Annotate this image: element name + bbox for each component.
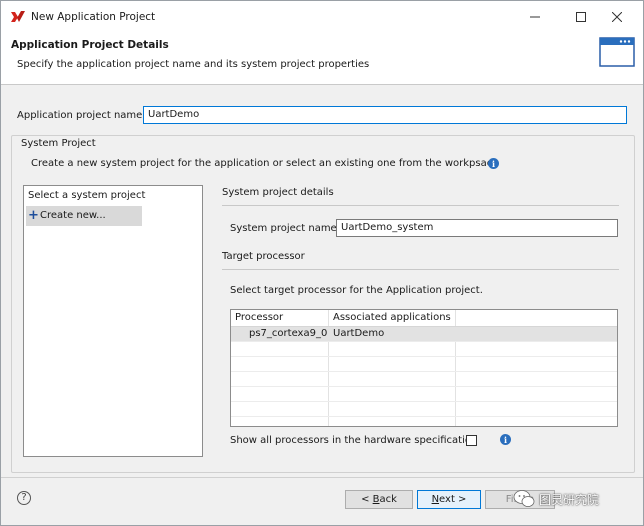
table-header: Processor Associated applications xyxy=(231,310,617,327)
separator xyxy=(222,205,619,206)
next-button-mnemonic: N xyxy=(431,494,440,505)
page-subtitle: Specify the application project name and… xyxy=(17,59,370,70)
system-project-group-title: System Project xyxy=(19,138,98,149)
next-button[interactable]: Next > xyxy=(417,490,481,509)
next-button-label: ext > xyxy=(439,494,467,505)
watermark: 图灵研究院 xyxy=(513,487,599,511)
close-icon xyxy=(612,12,622,22)
system-project-details-title: System project details xyxy=(222,187,334,198)
back-button-prefix: < xyxy=(361,494,373,505)
list-item-label: Create new... xyxy=(40,210,106,221)
list-item-create-new[interactable]: + Create new... xyxy=(26,206,142,226)
table-row xyxy=(231,357,617,372)
table-row[interactable]: ps7_cortexa9_0 UartDemo xyxy=(231,327,617,342)
system-project-description: Create a new system project for the appl… xyxy=(31,158,499,169)
watermark-text: 图灵研究院 xyxy=(539,492,600,507)
system-project-list[interactable]: Select a system project + Create new... xyxy=(23,185,203,457)
dialog-window: New Application Project Application Proj… xyxy=(0,0,644,526)
separator xyxy=(1,477,643,478)
app-project-name-input[interactable]: UartDemo xyxy=(143,106,627,124)
target-processor-title: Target processor xyxy=(222,251,305,262)
table-row xyxy=(231,387,617,402)
maximize-button[interactable] xyxy=(571,9,591,25)
system-project-name-label: System project name: xyxy=(230,223,341,234)
table-row xyxy=(231,372,617,387)
system-project-name-input[interactable]: UartDemo_system xyxy=(336,219,618,237)
table-row xyxy=(231,342,617,357)
back-button[interactable]: < Back xyxy=(345,490,413,509)
processor-cell: ps7_cortexa9_0 xyxy=(249,328,328,339)
target-processor-instruction: Select target processor for the Applicat… xyxy=(230,285,483,296)
window-title: New Application Project xyxy=(31,11,156,23)
application-window-icon xyxy=(599,37,635,67)
show-all-processors-label: Show all processors in the hardware spec… xyxy=(230,435,478,446)
info-icon[interactable]: i xyxy=(500,434,511,445)
page-title: Application Project Details xyxy=(11,39,169,51)
table-row xyxy=(231,402,617,417)
info-icon[interactable]: i xyxy=(488,158,499,169)
plus-icon: + xyxy=(28,208,39,223)
show-all-processors-checkbox[interactable] xyxy=(466,435,477,446)
app-project-name-label: Application project name: xyxy=(17,110,146,121)
close-button[interactable] xyxy=(607,9,627,25)
applications-cell: UartDemo xyxy=(333,328,385,339)
back-button-mnemonic: B xyxy=(372,494,380,505)
minimize-button[interactable] xyxy=(525,9,545,25)
processor-table[interactable]: Processor Associated applications ps7_co… xyxy=(230,309,618,427)
separator xyxy=(222,269,619,270)
minimize-icon xyxy=(530,16,540,18)
column-header-processor[interactable]: Processor xyxy=(235,312,283,323)
wizard-header: Application Project Details Specify the … xyxy=(1,33,643,85)
help-icon[interactable]: ? xyxy=(17,491,31,505)
wechat-logo-icon xyxy=(513,490,535,507)
maximize-icon xyxy=(576,12,586,22)
back-button-label: ack xyxy=(379,494,397,505)
xilinx-logo-icon xyxy=(11,11,25,22)
title-bar: New Application Project xyxy=(1,1,643,33)
system-project-list-header: Select a system project xyxy=(28,190,146,201)
column-header-applications[interactable]: Associated applications xyxy=(333,312,451,323)
